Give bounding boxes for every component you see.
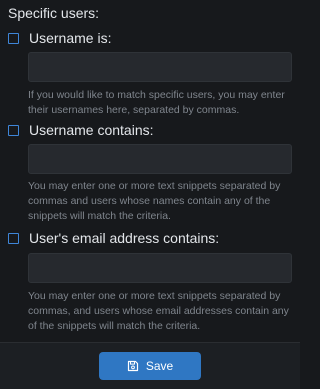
- save-button[interactable]: Save: [99, 352, 201, 380]
- floppy-disk-icon: [127, 360, 139, 372]
- email-contains-label: User's email address contains:: [29, 230, 220, 246]
- email-contains-help: You may enter one or more text snippets …: [28, 290, 289, 332]
- footer-bar: Save: [0, 342, 300, 389]
- username-contains-input[interactable]: [28, 144, 292, 174]
- username-contains-help: You may enter one or more text snippets …: [28, 180, 281, 222]
- option-username-is[interactable]: Username is:: [8, 29, 111, 47]
- specific-users-panel: Specific users: Username is: If you woul…: [0, 0, 300, 389]
- email-contains-checkbox[interactable]: [8, 232, 19, 244]
- section-title: Specific users:: [8, 5, 100, 21]
- username-is-checkbox[interactable]: [8, 32, 19, 44]
- username-is-input[interactable]: [28, 52, 292, 82]
- username-contains-checkbox[interactable]: [8, 124, 19, 136]
- username-is-label: Username is:: [29, 30, 112, 46]
- save-button-label: Save: [145, 359, 174, 373]
- email-contains-input[interactable]: [28, 253, 292, 283]
- username-contains-label: Username contains:: [29, 122, 154, 138]
- option-username-contains[interactable]: Username contains:: [8, 121, 154, 139]
- option-email-contains[interactable]: User's email address contains:: [8, 229, 219, 247]
- username-is-help: If you would like to match specific user…: [28, 89, 285, 116]
